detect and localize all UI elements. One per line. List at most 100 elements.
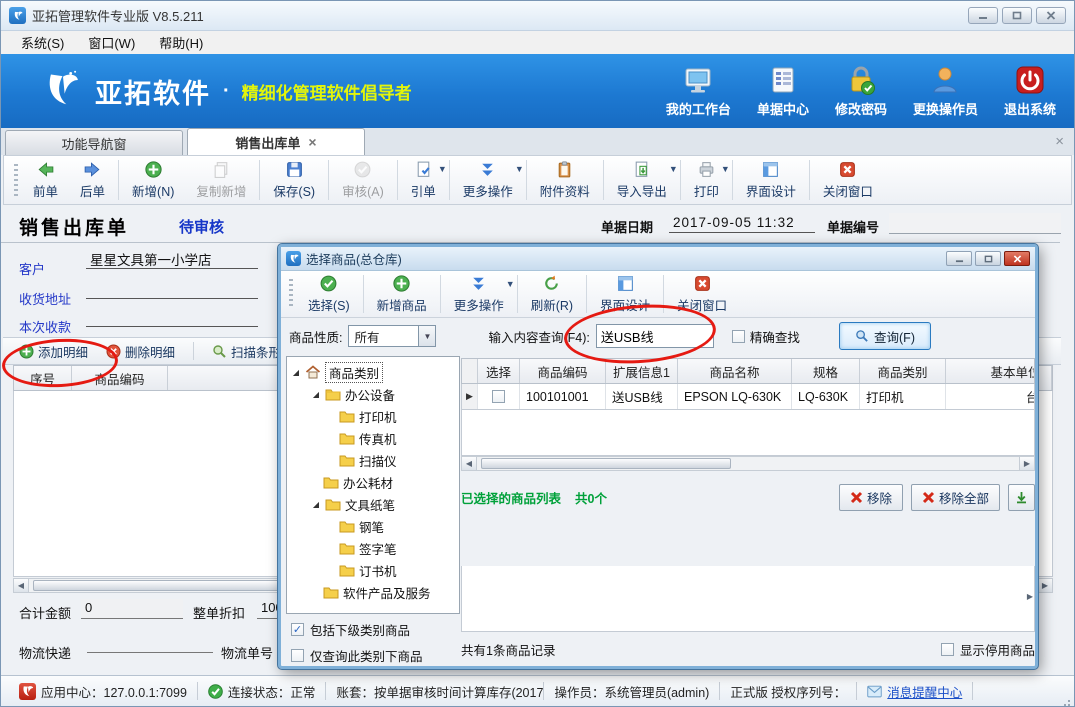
scroll-left-arrow[interactable]: ◀ [14,579,29,592]
select-button[interactable]: 选择(S) [297,271,361,317]
close-button[interactable] [1036,7,1066,24]
address-field[interactable] [86,279,258,299]
nature-select[interactable]: 所有 ▼ [348,325,436,347]
resize-grip[interactable] [1068,700,1070,702]
dropdown-arrow-icon: ▼ [506,279,515,289]
tabstrip-close-icon[interactable]: × [1055,133,1064,150]
show-disabled-row[interactable]: 显示停用商品 [941,640,1035,659]
order-number-field[interactable] [889,213,1061,234]
lock-icon [845,64,877,96]
tree-item[interactable]: 软件产品及服务 [287,581,459,603]
only-category-checkbox-row[interactable]: 仅查询此类别下商品 [291,646,423,665]
only-category-checkbox[interactable] [291,649,304,662]
maximize-button[interactable] [1002,7,1032,24]
tree-item[interactable]: 订书机 [287,559,459,581]
mini-scroll-arrow[interactable]: ▶ [1027,592,1033,601]
folder-icon [339,409,355,423]
exact-search-checkbox[interactable] [732,330,745,343]
dropdown-arrow-icon: ▼ [438,164,447,174]
tree-item[interactable]: 签字笔 [287,537,459,559]
attachments-button[interactable]: 附件资料 [529,156,601,204]
dialog-more-actions-button[interactable]: 更多操作 ▼ [443,271,515,317]
menu-system[interactable]: 系统(S) [9,30,76,55]
dropdown-arrow-icon: ▼ [721,164,730,174]
change-password-button[interactable]: 修改密码 [835,64,887,118]
form-header: 销售出库单 待审核 单据日期 2017-09-05 11:32 单据编号 [1,205,1060,243]
products-hscrollbar[interactable]: ◀ ▶ [461,456,1035,471]
scroll-thumb[interactable] [481,458,731,469]
tree-item[interactable]: 钢笔 [287,515,459,537]
status-operator: 操作员：系统管理员(admin) [544,682,720,700]
status-message-center[interactable]: 消息提醒中心 [857,682,973,700]
expander-icon[interactable]: ◢ [311,390,321,399]
discount-label: 整单折扣 [193,603,245,622]
switch-operator-button[interactable]: 更换操作员 [913,64,978,118]
scroll-left-arrow[interactable]: ◀ [462,457,477,470]
layout-icon [761,160,780,179]
payment-field[interactable] [86,307,258,327]
tab-sales-outbound[interactable]: 销售出库单 × [187,128,365,155]
dialog-maximize-button[interactable] [975,251,1001,266]
new-button[interactable]: 新增(N) [121,156,185,204]
import-export-button[interactable]: 导入导出 ▼ [606,156,678,204]
brand-separator: · [223,80,230,103]
include-sub-checkbox[interactable]: ✓ [291,623,304,636]
date-field[interactable]: 2017-09-05 11:32 [669,215,815,233]
tree-item[interactable]: ◢ 办公设备 [287,383,459,405]
minimize-button[interactable] [968,7,998,24]
home-icon [305,365,321,379]
logistics-field[interactable] [87,633,213,653]
show-disabled-checkbox[interactable] [941,643,954,656]
select-arrow-icon[interactable]: ▼ [418,326,435,346]
tree-item[interactable]: 扫描仪 [287,449,459,471]
workstation-button[interactable]: 我的工作台 [666,64,731,118]
new-product-button[interactable]: 新增商品 [366,271,438,317]
total-label: 合计金额 [19,603,71,622]
scroll-right-arrow[interactable]: ▶ [1037,579,1052,592]
dialog-titlebar: 选择商品(总仓库) [281,247,1035,271]
remove-all-button[interactable]: 移除全部 [911,484,1000,511]
include-sub-checkbox-row[interactable]: ✓ 包括下级类别商品 [291,620,410,639]
more-actions-button[interactable]: 更多操作 ▼ [452,156,524,204]
expander-icon[interactable]: ◢ [311,500,321,509]
form-title: 销售出库单 [19,213,129,240]
save-button[interactable]: 保存(S) [262,156,326,204]
folder-icon [323,585,339,599]
tree-root[interactable]: ◢ 商品类别 [287,361,459,383]
scroll-right-arrow[interactable]: ▶ [1019,457,1034,470]
discount-field[interactable]: 100 [257,599,277,619]
customer-field[interactable]: 星星文具第一小学店 [86,249,258,269]
tree-item[interactable]: 传真机 [287,427,459,449]
search-button[interactable]: 查询(F) [839,322,931,350]
window-title: 亚拓管理软件专业版 V8.5.211 [32,6,204,25]
product-row[interactable]: ▶ 100101001 送USB线 EPSON LQ-630K LQ-630K … [461,384,1035,410]
tab-close-icon[interactable]: × [308,134,316,150]
menu-window[interactable]: 窗口(W) [76,30,147,55]
expander-icon[interactable]: ◢ [291,368,301,377]
status-app-center: 应用中心：127.0.0.1:7099 [9,682,198,700]
dialog-minimize-button[interactable] [946,251,972,266]
arrow-left-icon [36,160,55,179]
exit-system-button[interactable]: 退出系统 [1004,64,1056,118]
tree-item[interactable]: 办公耗材 [287,471,459,493]
next-order-button[interactable]: 后单 [69,156,116,204]
tree-item[interactable]: ◢ 文具纸笔 [287,493,459,515]
pull-order-button[interactable]: 引单 ▼ [400,156,447,204]
tab-nav-window[interactable]: 功能导航窗 [5,130,183,155]
export-selected-button[interactable] [1008,484,1035,511]
status-account: 账套：按单据审核时间计算库存(2017 [326,682,544,700]
tree-item[interactable]: 打印机 [287,405,459,427]
documents-icon [767,64,799,96]
remove-button[interactable]: 移除 [839,484,903,511]
refresh-button[interactable]: 刷新(R) [520,271,584,317]
layout-icon [616,274,635,293]
ui-design-button[interactable]: 界面设计 [735,156,807,204]
dialog-close-button[interactable] [1004,251,1030,266]
print-button[interactable]: 打印 ▼ [683,156,730,204]
prev-order-button[interactable]: 前单 [22,156,69,204]
document-center-button[interactable]: 单据中心 [757,64,809,118]
menu-help[interactable]: 帮助(H) [147,30,215,55]
close-window-button[interactable]: 关闭窗口 [812,156,884,204]
monitor-icon [682,64,714,96]
row-select-checkbox[interactable] [492,390,505,403]
